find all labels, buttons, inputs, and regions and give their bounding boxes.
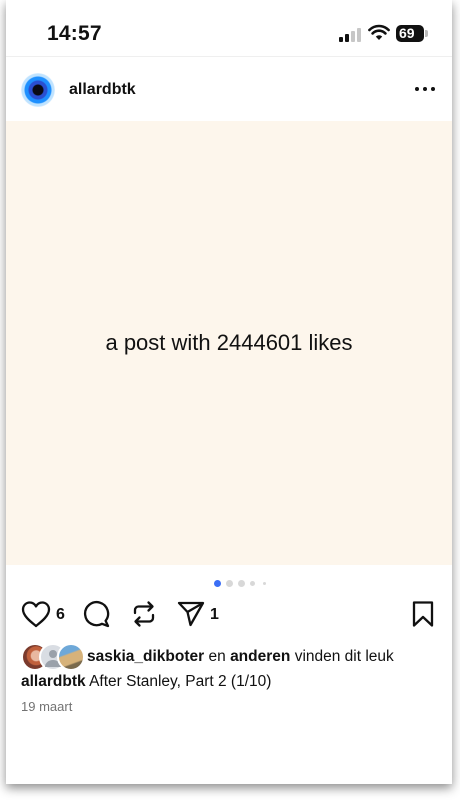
post-date: 19 maart bbox=[21, 699, 73, 714]
battery-indicator: 69 bbox=[396, 25, 424, 42]
signal-icon bbox=[339, 28, 363, 42]
share-count[interactable]: 1 bbox=[210, 606, 219, 624]
post-image-text: a post with 2444601 likes bbox=[105, 330, 353, 355]
likes-summary[interactable]: saskia_dikboter en anderen vinden dit le… bbox=[21, 643, 441, 671]
caption-text: After Stanley, Part 2 (1/10) bbox=[89, 673, 272, 690]
heart-icon[interactable] bbox=[21, 600, 51, 628]
bookmark-icon[interactable] bbox=[411, 600, 435, 628]
repost-icon[interactable] bbox=[130, 600, 158, 628]
post-header: allardbtk bbox=[6, 56, 452, 121]
more-icon[interactable] bbox=[413, 81, 437, 97]
like-count[interactable]: 6 bbox=[56, 606, 65, 624]
carousel-dot-active bbox=[214, 580, 221, 587]
status-bar: 14:57 69 bbox=[6, 0, 452, 56]
liker-avatar bbox=[57, 643, 85, 671]
avatar[interactable] bbox=[21, 73, 55, 107]
comment-icon[interactable] bbox=[82, 600, 110, 628]
post-caption: allardbtk After Stanley, Part 2 (1/10) bbox=[21, 673, 271, 691]
caption-username[interactable]: allardbtk bbox=[21, 673, 86, 690]
carousel-dot bbox=[238, 580, 245, 587]
send-icon[interactable] bbox=[176, 600, 206, 628]
action-bar: 6 1 bbox=[6, 596, 452, 636]
carousel-indicator bbox=[6, 578, 452, 588]
phone-screen: 14:57 69 allardbtk a post with 2444601 l… bbox=[6, 0, 452, 784]
post-image[interactable]: a post with 2444601 likes bbox=[6, 121, 452, 565]
wifi-icon bbox=[368, 24, 390, 40]
status-time: 14:57 bbox=[47, 22, 102, 45]
post-username[interactable]: allardbtk bbox=[69, 81, 136, 99]
likes-text: saskia_dikboter en anderen vinden dit le… bbox=[87, 648, 394, 665]
carousel-dot bbox=[226, 580, 233, 587]
carousel-dot bbox=[263, 582, 266, 585]
carousel-dot bbox=[250, 581, 255, 586]
